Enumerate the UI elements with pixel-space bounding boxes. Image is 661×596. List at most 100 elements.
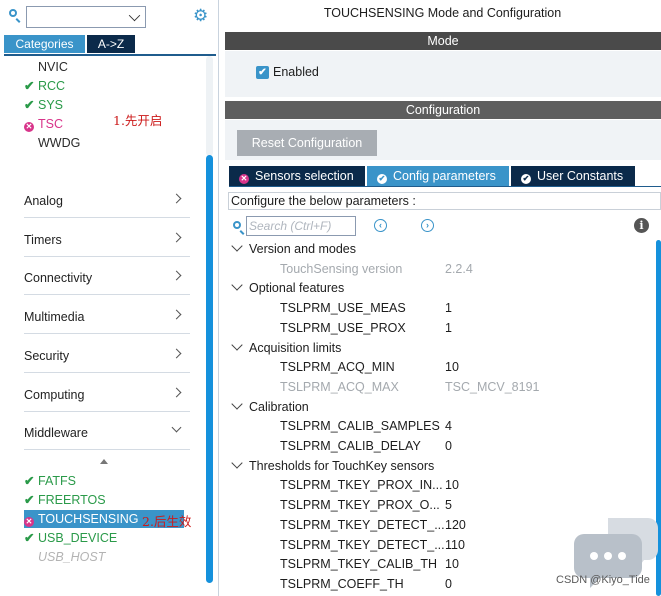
- chevron-down-icon[interactable]: [231, 338, 243, 351]
- info-icon[interactable]: i: [634, 218, 649, 233]
- check-icon: ✔: [377, 174, 387, 184]
- tabs-underline: [229, 186, 661, 187]
- category-label: Middleware: [24, 426, 88, 441]
- category-label: Timers: [24, 232, 62, 247]
- chevron-right-icon: [171, 387, 182, 397]
- configure-instructions: Configure the below parameters :: [228, 192, 661, 210]
- component-label: TOUCHSENSING: [38, 512, 139, 526]
- component-item[interactable]: ✔ RCC: [24, 77, 65, 95]
- parameter-name[interactable]: TSLPRM_CALIB_SAMPLES: [280, 419, 440, 433]
- component-label: SYS: [38, 98, 64, 112]
- parameter-search-input[interactable]: Search (Ctrl+F): [246, 216, 356, 236]
- parameter-name[interactable]: TouchSensing version: [280, 262, 402, 276]
- check-icon: ✔: [24, 493, 35, 507]
- component-label: WWDG: [38, 136, 81, 150]
- reset-configuration-button[interactable]: Reset Configuration: [237, 130, 377, 156]
- component-item[interactable]: WWDG: [24, 134, 80, 152]
- parameter-value[interactable]: 5: [445, 498, 452, 512]
- chevron-down-icon[interactable]: [231, 457, 243, 469]
- panel-title: TOUCHSENSING Mode and Configuration: [323, 6, 562, 20]
- parameter-group[interactable]: Acquisition limits: [231, 338, 342, 355]
- parameter-name[interactable]: TSLPRM_COEFF_TH: [280, 577, 404, 591]
- parameter-name[interactable]: TSLPRM_TKEY_PROX_IN...: [280, 478, 443, 492]
- parameter-group[interactable]: Optional features: [231, 279, 344, 295]
- parameter-group[interactable]: Calibration: [231, 397, 309, 414]
- parameter-value[interactable]: 10: [445, 360, 459, 374]
- parameter-value[interactable]: 1: [445, 321, 452, 335]
- search-icon: [9, 9, 17, 17]
- enabled-checkbox[interactable]: ✔: [256, 66, 269, 79]
- parameter-value[interactable]: 10: [445, 478, 459, 492]
- tab-sensors-selection[interactable]: ✕ Sensors selection: [229, 166, 365, 186]
- component-item[interactable]: ✔ FATFS: [24, 472, 76, 490]
- parameter-value[interactable]: 1: [445, 301, 452, 315]
- chevron-down-icon[interactable]: [231, 240, 243, 252]
- chevron-down-icon[interactable]: [231, 279, 243, 292]
- tab-a-z[interactable]: A->Z: [87, 35, 135, 53]
- group-label: Calibration: [249, 399, 309, 414]
- parameter-name[interactable]: TSLPRM_TKEY_DETECT_...: [280, 518, 445, 532]
- next-match-icon[interactable]: ›: [421, 219, 434, 232]
- parameter-value[interactable]: 10: [445, 557, 459, 571]
- component-label: USB_DEVICE: [38, 531, 118, 545]
- parameter-name[interactable]: TSLPRM_USE_PROX: [280, 321, 406, 335]
- category-multimedia[interactable]: Multimedia: [24, 296, 190, 335]
- component-item[interactable]: ✕ TSC: [24, 115, 63, 133]
- parameter-value[interactable]: 110: [445, 538, 465, 552]
- category-label: Multimedia: [24, 310, 85, 325]
- previous-match-icon[interactable]: ‹: [374, 219, 387, 232]
- parameter-name[interactable]: TSLPRM_USE_MEAS: [280, 301, 406, 315]
- category-label: Connectivity: [24, 271, 93, 286]
- chevron-right-icon: [171, 309, 182, 320]
- category-middleware[interactable]: Middleware: [24, 412, 190, 451]
- parameter-group[interactable]: Thresholds for TouchKey sensors: [231, 457, 435, 473]
- component-item[interactable]: USB_HOST: [24, 548, 105, 566]
- component-item[interactable]: ✔ SYS: [24, 96, 63, 114]
- tab-categories[interactable]: Categories: [4, 35, 85, 53]
- component-label: NVIC: [38, 60, 68, 74]
- parameter-value[interactable]: 2.2.4: [445, 262, 473, 276]
- configuration-header: Configuration: [225, 101, 661, 119]
- chevron-down-icon[interactable]: [128, 9, 141, 22]
- check-icon: ✔: [24, 79, 35, 93]
- parameter-value[interactable]: TSC_MCV_8191: [445, 380, 540, 394]
- enabled-label: Enabled: [273, 65, 319, 79]
- parameter-name[interactable]: TSLPRM_TKEY_PROX_O...: [280, 498, 440, 512]
- category-computing[interactable]: Computing: [24, 374, 190, 412]
- category-connectivity[interactable]: Connectivity: [24, 257, 190, 296]
- parameter-value[interactable]: 0: [445, 577, 452, 591]
- component-item[interactable]: NVIC: [24, 58, 68, 76]
- tab-label: Config parameters: [393, 169, 496, 183]
- tab-label: Sensors selection: [255, 169, 354, 183]
- component-label: TSC: [38, 117, 63, 131]
- category-timers[interactable]: Timers: [24, 219, 190, 257]
- gear-icon[interactable]: ⚙: [193, 7, 210, 24]
- component-item[interactable]: ✔ FREERTOS: [24, 491, 106, 509]
- parameter-name[interactable]: TSLPRM_TKEY_DETECT_...: [280, 538, 445, 552]
- parameter-name[interactable]: TSLPRM_ACQ_MAX: [280, 380, 399, 394]
- mode-header: Mode: [225, 32, 661, 50]
- component-search-input[interactable]: [26, 6, 146, 28]
- search-icon: [233, 221, 241, 229]
- chevron-right-icon: [171, 232, 182, 243]
- parameter-value[interactable]: 4: [445, 419, 452, 433]
- annotation-takes-effect: 2.后生效: [142, 514, 192, 529]
- left-scrollbar-thumb[interactable]: [206, 155, 213, 583]
- parameter-name[interactable]: TSLPRM_TKEY_CALIB_TH: [280, 557, 437, 571]
- parameter-value[interactable]: 0: [445, 439, 452, 453]
- group-label: Thresholds for TouchKey sensors: [249, 458, 435, 473]
- category-security[interactable]: Security: [24, 335, 190, 373]
- parameter-value[interactable]: 120: [445, 518, 466, 532]
- check-icon: ✔: [521, 174, 531, 184]
- category-analog[interactable]: Analog: [24, 180, 190, 218]
- group-label: Acquisition limits: [249, 340, 342, 355]
- scroll-up-icon[interactable]: [100, 459, 108, 464]
- tab-user-constants[interactable]: ✔ User Constants: [511, 166, 635, 186]
- parameter-group[interactable]: Version and modes: [231, 240, 356, 256]
- parameter-name[interactable]: TSLPRM_ACQ_MIN: [280, 360, 395, 374]
- component-item[interactable]: ✔ USB_DEVICE: [24, 529, 117, 547]
- check-icon: ✔: [24, 98, 35, 112]
- chevron-down-icon[interactable]: [231, 397, 243, 410]
- tab-config-parameters[interactable]: ✔ Config parameters: [367, 166, 509, 186]
- parameter-name[interactable]: TSLPRM_CALIB_DELAY: [280, 439, 421, 453]
